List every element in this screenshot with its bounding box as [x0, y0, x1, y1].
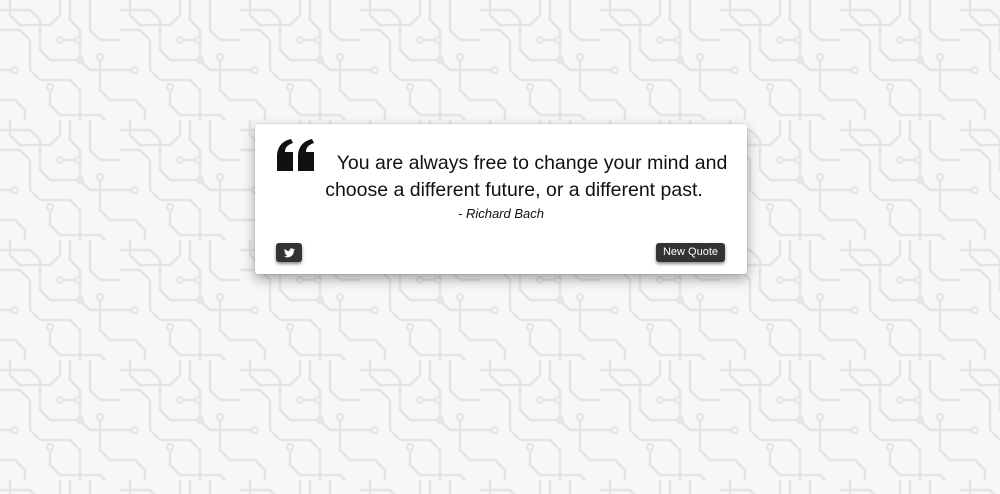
quote-card: You are always free to change your mind … [255, 124, 747, 274]
twitter-icon [283, 247, 295, 257]
quote-text: You are always free to change your mind … [325, 152, 728, 201]
tweet-button[interactable] [276, 243, 302, 262]
quote-author: - Richard Bach [458, 206, 544, 221]
new-quote-button[interactable]: New Quote [656, 243, 725, 262]
